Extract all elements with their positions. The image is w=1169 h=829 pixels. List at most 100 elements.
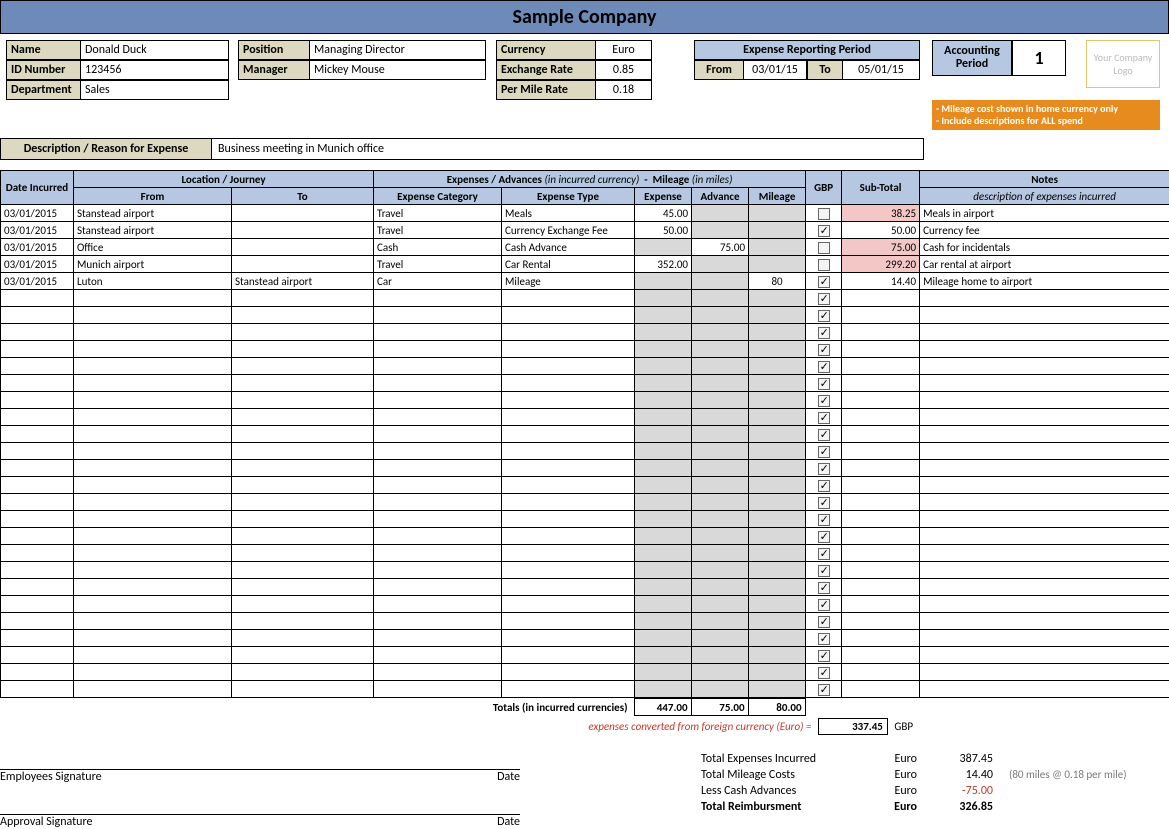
cell-adv[interactable] [692,596,749,613]
cell-note[interactable] [920,511,1169,528]
cell-date[interactable] [1,579,74,596]
cell-mil[interactable] [749,630,806,647]
cell-from[interactable] [74,613,232,630]
cell-adv[interactable] [692,647,749,664]
cell-to[interactable] [232,358,374,375]
cell-mil[interactable] [749,647,806,664]
cell-gbp[interactable] [806,528,842,545]
cell-gbp[interactable] [806,545,842,562]
cell-date[interactable] [1,375,74,392]
cell-exp[interactable] [635,375,692,392]
cell-type[interactable] [502,562,635,579]
cell-gbp[interactable] [806,239,842,256]
cell-to[interactable] [232,511,374,528]
cell-adv[interactable] [692,664,749,681]
cell-type[interactable]: Currency Exchange Fee [502,222,635,239]
cell-exp[interactable] [635,477,692,494]
cell-mil[interactable] [749,664,806,681]
cell-mil[interactable] [749,443,806,460]
cell-note[interactable] [920,647,1169,664]
cell-from[interactable] [74,392,232,409]
cell-gbp[interactable] [806,307,842,324]
cell-gbp[interactable] [806,324,842,341]
cell-adv[interactable] [692,307,749,324]
cell-note[interactable] [920,358,1169,375]
cell-type[interactable]: Meals [502,205,635,222]
cell-exp[interactable]: 45.00 [635,205,692,222]
cell-mil[interactable] [749,290,806,307]
cell-exp[interactable]: 352.00 [635,256,692,273]
period-from-value[interactable]: 03/01/15 [744,60,807,80]
cell-gbp[interactable] [806,460,842,477]
cell-gbp[interactable] [806,511,842,528]
cell-date[interactable]: 03/01/2015 [1,239,74,256]
gbp-checkbox[interactable] [818,327,830,339]
gbp-checkbox[interactable] [818,514,830,526]
cell-adv[interactable] [692,630,749,647]
cell-cat[interactable] [374,596,502,613]
cell-date[interactable] [1,443,74,460]
cell-type[interactable]: Mileage [502,273,635,290]
manager-value[interactable]: Mickey Mouse [310,60,486,80]
cell-from[interactable]: Munich airport [74,256,232,273]
cell-note[interactable] [920,477,1169,494]
cell-to[interactable] [232,324,374,341]
cell-gbp[interactable] [806,205,842,222]
cell-cat[interactable] [374,613,502,630]
cell-cat[interactable] [374,630,502,647]
cell-adv[interactable] [692,273,749,290]
desc-value[interactable]: Business meeting in Munich office [212,138,924,160]
cell-cat[interactable] [374,494,502,511]
mile-rate-value[interactable]: 0.18 [596,80,652,100]
cell-type[interactable] [502,647,635,664]
cell-from[interactable] [74,528,232,545]
gbp-checkbox[interactable] [818,429,830,441]
gbp-checkbox[interactable] [818,259,830,271]
cell-cat[interactable]: Travel [374,256,502,273]
cell-to[interactable] [232,596,374,613]
cell-cat[interactable]: Travel [374,222,502,239]
cell-cat[interactable] [374,358,502,375]
cell-to[interactable] [232,256,374,273]
cell-gbp[interactable] [806,375,842,392]
cell-cat[interactable] [374,341,502,358]
cell-mil[interactable] [749,511,806,528]
cell-from[interactable]: Stanstead airport [74,222,232,239]
cell-adv[interactable] [692,205,749,222]
approval-signature-line[interactable]: Approval SignatureDate [0,814,520,829]
period-to-value[interactable]: 05/01/15 [843,60,920,80]
cell-date[interactable] [1,324,74,341]
gbp-checkbox[interactable] [818,208,830,220]
cell-from[interactable] [74,596,232,613]
cell-to[interactable] [232,545,374,562]
cell-type[interactable] [502,545,635,562]
cell-from[interactable]: Luton [74,273,232,290]
cell-adv[interactable] [692,613,749,630]
cell-mil[interactable] [749,222,806,239]
cell-cat[interactable] [374,545,502,562]
cell-exp[interactable] [635,273,692,290]
cell-type[interactable] [502,681,635,698]
gbp-checkbox[interactable] [818,599,830,611]
cell-mil[interactable] [749,358,806,375]
cell-type[interactable] [502,511,635,528]
cell-gbp[interactable] [806,392,842,409]
cell-exp[interactable] [635,579,692,596]
cell-to[interactable] [232,630,374,647]
cell-mil[interactable] [749,256,806,273]
cell-mil[interactable] [749,681,806,698]
cell-date[interactable]: 03/01/2015 [1,256,74,273]
cell-note[interactable] [920,545,1169,562]
cell-date[interactable] [1,477,74,494]
cell-cat[interactable] [374,528,502,545]
cell-date[interactable] [1,307,74,324]
gbp-checkbox[interactable] [818,225,830,237]
cell-mil[interactable] [749,494,806,511]
cell-adv[interactable] [692,375,749,392]
gbp-checkbox[interactable] [818,242,830,254]
employee-signature-line[interactable]: Employees SignatureDate [0,769,520,784]
cell-type[interactable]: Cash Advance [502,239,635,256]
cell-note[interactable] [920,307,1169,324]
cell-cat[interactable] [374,562,502,579]
cell-from[interactable]: Office [74,239,232,256]
